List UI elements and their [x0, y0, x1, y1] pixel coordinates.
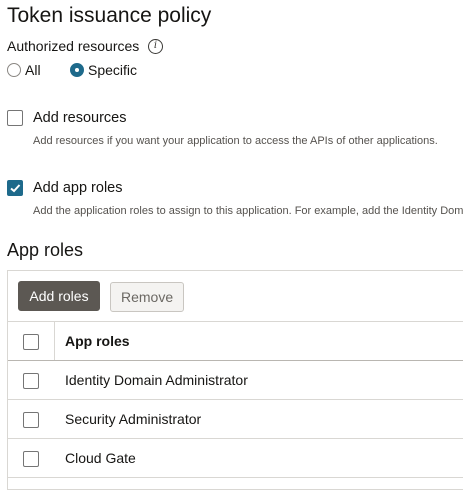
header-column-divider — [54, 322, 55, 360]
authorized-resources-label: Authorized resources — [7, 38, 140, 54]
row-divider — [8, 438, 463, 439]
app-roles-section-title: App roles — [7, 240, 84, 260]
add-app-roles-description: Add the application roles to assign to t… — [33, 205, 463, 217]
table-cell-app-role: Identity Domain Administrator — [65, 372, 248, 388]
row-checkbox[interactable] — [23, 373, 39, 389]
add-roles-button[interactable]: Add roles — [18, 281, 100, 311]
table-cell-app-role: Cloud Gate — [65, 450, 136, 466]
row-checkbox[interactable] — [23, 451, 39, 467]
checkmark-icon — [10, 184, 21, 193]
select-all-checkbox[interactable] — [23, 334, 39, 350]
table-top-border — [8, 321, 463, 322]
page-title: Token issuance policy — [7, 4, 212, 27]
row-divider — [8, 399, 463, 400]
add-resources-description: Add resources if you want your applicati… — [33, 135, 438, 147]
radio-all-label: All — [25, 62, 41, 78]
header-bottom-border — [8, 360, 463, 361]
row-divider — [8, 477, 463, 478]
row-checkbox[interactable] — [23, 412, 39, 428]
column-header-app-roles: App roles — [65, 333, 130, 349]
radio-all[interactable] — [7, 63, 21, 77]
add-resources-checkbox[interactable] — [7, 110, 23, 126]
remove-button[interactable]: Remove — [110, 282, 184, 312]
radio-specific-label: Specific — [88, 62, 138, 78]
add-resources-label: Add resources — [33, 110, 127, 126]
info-icon[interactable]: i — [148, 39, 163, 54]
add-app-roles-checkbox[interactable] — [7, 180, 23, 196]
add-app-roles-label: Add app roles — [33, 180, 123, 196]
table-cell-app-role: Security Administrator — [65, 411, 202, 427]
radio-specific[interactable] — [70, 63, 84, 77]
